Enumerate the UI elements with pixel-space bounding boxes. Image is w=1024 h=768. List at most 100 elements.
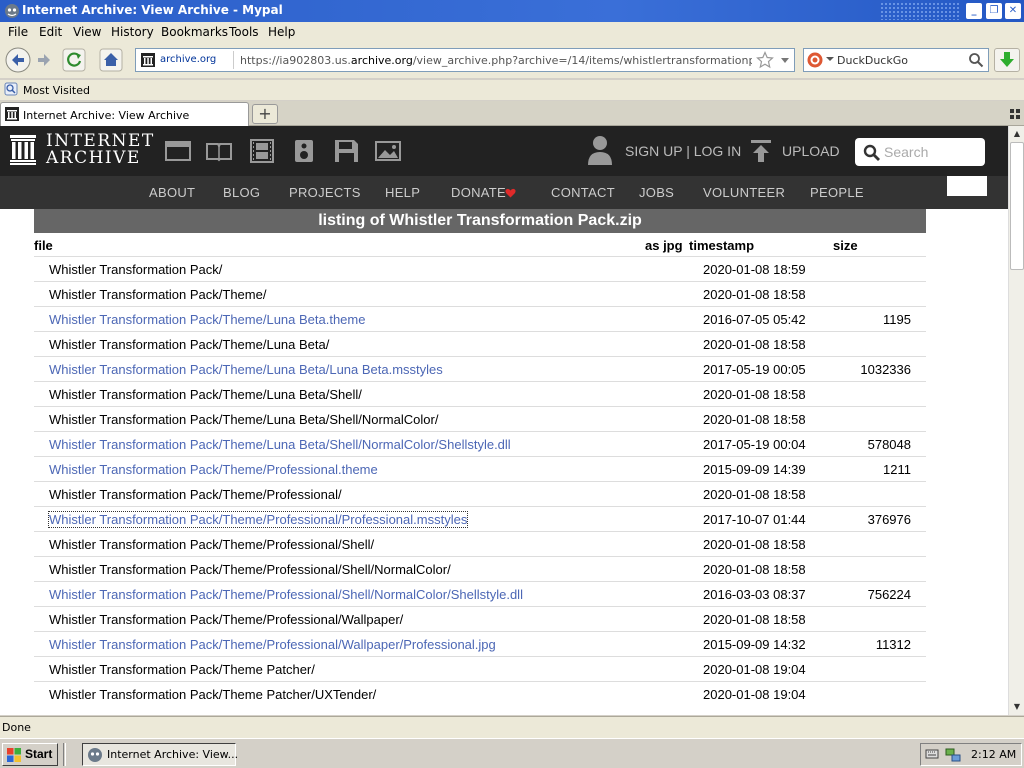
ia-secondary-nav: ABOUT BLOG PROJECTS HELP DONATE CONTACT …	[0, 176, 1008, 209]
file-timestamp: 2020-01-08 18:58	[703, 412, 806, 427]
file-name: Whistler Transformation Pack/Theme/Profe…	[49, 562, 451, 577]
menu-help[interactable]: Help	[268, 25, 295, 39]
reload-icon[interactable]	[62, 48, 86, 72]
file-link[interactable]: Whistler Transformation Pack/Theme/Profe…	[49, 637, 496, 652]
file-link[interactable]: Whistler Transformation Pack/Theme/Luna …	[49, 437, 511, 452]
window-titlebar[interactable]: Internet Archive: View Archive - Mypal _…	[0, 0, 1024, 22]
file-timestamp: 2020-01-08 18:59	[703, 262, 806, 277]
file-timestamp: 2020-01-08 18:58	[703, 337, 806, 352]
table-row: Whistler Transformation Pack/Theme/Luna …	[34, 381, 926, 406]
taskbar-item-browser[interactable]: Internet Archive: View...	[82, 743, 238, 766]
upload-icon[interactable]	[751, 140, 771, 162]
scroll-up-arrow-icon[interactable]: ▲	[1009, 126, 1024, 142]
menu-view[interactable]: View	[73, 25, 101, 39]
menu-history[interactable]: History	[111, 25, 154, 39]
file-timestamp: 2017-10-07 01:44	[703, 512, 806, 527]
back-icon[interactable]	[5, 47, 31, 73]
home-icon[interactable]	[99, 48, 123, 72]
file-timestamp: 2020-01-08 19:04	[703, 662, 806, 677]
site-identity-badge[interactable]: archive.org	[138, 51, 234, 69]
file-link[interactable]: Whistler Transformation Pack/Theme/Profe…	[49, 587, 523, 602]
url-bar[interactable]: archive.org https://ia902803.us.archive.…	[135, 48, 795, 72]
search-engine-dropdown-icon[interactable]	[826, 57, 834, 61]
file-timestamp: 2015-09-09 14:39	[703, 462, 806, 477]
texts-book-icon[interactable]	[206, 139, 232, 163]
file-name: Whistler Transformation Pack/Theme/Profe…	[49, 537, 375, 552]
software-floppy-icon[interactable]	[333, 139, 359, 163]
most-visited-icon	[4, 82, 18, 96]
url-text[interactable]: https://ia902803.us.archive.org/view_arc…	[240, 54, 752, 67]
file-size: 1211	[883, 462, 911, 477]
file-link[interactable]: Whistler Transformation Pack/Theme/Luna …	[49, 362, 443, 377]
window-title: Internet Archive: View Archive - Mypal	[22, 3, 283, 17]
internet-archive-logo-icon[interactable]	[10, 135, 36, 165]
nav-contact[interactable]: CONTACT	[551, 185, 615, 200]
menu-edit[interactable]: Edit	[39, 25, 62, 39]
nav-jobs[interactable]: JOBS	[639, 185, 674, 200]
video-film-icon[interactable]	[249, 139, 275, 163]
nav-projects[interactable]: PROJECTS	[289, 185, 361, 200]
header-as-jpg: as jpg	[645, 238, 683, 253]
titlebar-pattern	[880, 2, 960, 20]
table-row: Whistler Transformation Pack/Theme/Luna …	[34, 406, 926, 431]
tab-list-grid-icon[interactable]	[1010, 109, 1020, 119]
keyboard-tray-icon[interactable]	[925, 747, 939, 761]
menu-file[interactable]: File	[8, 25, 28, 39]
status-bar: Done	[0, 716, 1024, 738]
forward-icon[interactable]	[34, 50, 54, 70]
file-size: 1032336	[860, 362, 911, 377]
audio-speaker-icon[interactable]	[291, 139, 317, 163]
table-row: Whistler Transformation Pack/Theme/Luna …	[34, 306, 926, 331]
url-history-dropdown-icon[interactable]	[778, 52, 792, 68]
nav-help[interactable]: HELP	[385, 185, 420, 200]
ia-search-input[interactable]: Search	[855, 138, 985, 166]
menu-tools[interactable]: Tools	[229, 25, 259, 39]
nav-blog[interactable]: BLOG	[223, 185, 260, 200]
scroll-down-arrow-icon[interactable]: ▼	[1009, 699, 1024, 715]
file-name: Whistler Transformation Pack/Theme Patch…	[49, 687, 377, 702]
file-name: Whistler Transformation Pack/Theme/Luna …	[49, 412, 439, 427]
new-tab-button[interactable]: +	[252, 104, 278, 124]
file-size: 1195	[883, 312, 911, 327]
table-row: Whistler Transformation Pack/Theme/Profe…	[34, 631, 926, 656]
close-button[interactable]: ✕	[1005, 3, 1021, 19]
minimize-button[interactable]: _	[966, 3, 982, 19]
windows-taskbar: Start Internet Archive: View... 2:12 AM	[0, 738, 1024, 768]
start-button[interactable]: Start	[2, 743, 58, 766]
file-name: Whistler Transformation Pack/	[49, 262, 223, 277]
network-tray-icon[interactable]	[945, 747, 961, 763]
user-avatar-icon[interactable]	[587, 134, 613, 166]
web-icon[interactable]	[165, 139, 191, 163]
file-link[interactable]: Whistler Transformation Pack/Theme/Profe…	[49, 462, 378, 477]
nav-people[interactable]: PEOPLE	[810, 185, 864, 200]
nav-donate[interactable]: DONATE	[451, 185, 506, 200]
nav-about[interactable]: ABOUT	[149, 185, 195, 200]
file-name: Whistler Transformation Pack/Theme/	[49, 287, 267, 302]
file-link[interactable]: Whistler Transformation Pack/Theme/Profe…	[47, 511, 469, 528]
most-visited-bookmark[interactable]: Most Visited	[23, 84, 90, 97]
file-link[interactable]: Whistler Transformation Pack/Theme/Luna …	[49, 312, 365, 327]
file-timestamp: 2020-01-08 18:58	[703, 487, 806, 502]
system-tray: 2:12 AM	[920, 743, 1022, 766]
internet-archive-wordmark[interactable]: INTERNET ARCHIVE	[46, 133, 155, 167]
bookmark-star-icon[interactable]	[756, 51, 774, 69]
page-viewport: INTERNET ARCHIVE SIGN UP | LOG IN UPLOAD…	[0, 126, 1008, 715]
tab-internet-archive[interactable]: Internet Archive: View Archive	[0, 102, 249, 126]
vertical-scrollbar[interactable]: ▲ ▼	[1008, 126, 1024, 715]
nav-volunteer[interactable]: VOLUNTEER	[703, 185, 785, 200]
upload-link[interactable]: UPLOAD	[782, 143, 840, 159]
restore-button[interactable]: ❐	[986, 3, 1002, 19]
images-photo-icon[interactable]	[375, 139, 401, 163]
web-search-bar[interactable]: DuckDuckGo	[803, 48, 989, 72]
scrollbar-thumb[interactable]	[1010, 142, 1024, 270]
search-icon[interactable]	[968, 52, 984, 68]
header-file: file	[34, 238, 53, 253]
donate-heart-icon[interactable]	[505, 188, 516, 198]
download-arrow-icon	[1000, 52, 1014, 67]
table-row: Whistler Transformation Pack/2020-01-08 …	[34, 256, 926, 281]
sign-up-log-in-link[interactable]: SIGN UP | LOG IN	[625, 143, 741, 159]
duckduckgo-icon[interactable]	[807, 52, 823, 68]
search-dropdown-overlay	[947, 176, 987, 196]
downloads-button[interactable]	[994, 48, 1020, 72]
menu-bookmarks[interactable]: Bookmarks	[161, 25, 228, 39]
